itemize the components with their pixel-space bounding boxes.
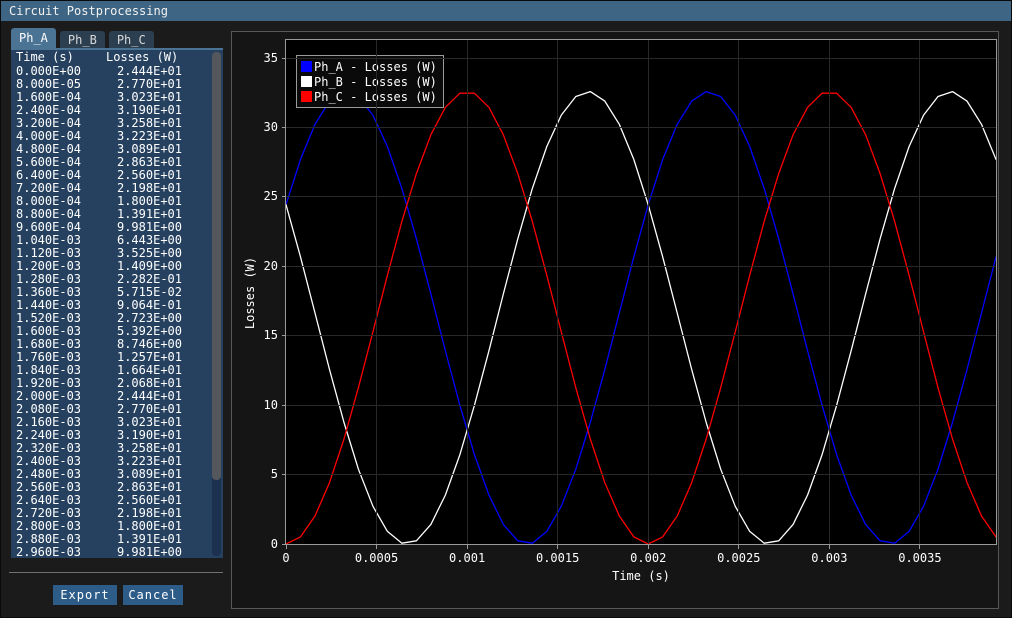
x-axis-label: Time (s) [286, 569, 996, 583]
x-tick-label: 0.002 [618, 552, 678, 565]
gridline-horizontal [286, 127, 996, 128]
cancel-button[interactable]: Cancel [123, 585, 183, 605]
gridline-horizontal [286, 405, 996, 406]
app-window: Circuit Postprocessing Ph_A Ph_B Ph_C Ti… [0, 0, 1012, 618]
y-tick-mark [282, 335, 286, 336]
gridline-horizontal [286, 335, 996, 336]
tab-ph-a[interactable]: Ph_A [11, 28, 56, 49]
tab-ph-b[interactable]: Ph_B [60, 31, 105, 49]
x-tick-label: 0.0035 [890, 552, 950, 565]
gridline-vertical [376, 40, 377, 544]
x-tick-label: 0.0005 [347, 552, 407, 565]
x-tick-mark [557, 545, 558, 549]
gridline-vertical [557, 40, 558, 544]
plot-area: Ph_A - Losses (W)Ph_B - Losses (W)Ph_C -… [286, 40, 996, 544]
legend-item: Ph_B - Losses (W) [301, 74, 437, 89]
y-tick-mark [282, 405, 286, 406]
gridline-horizontal [286, 58, 996, 59]
gridline-horizontal [286, 474, 996, 475]
legend: Ph_A - Losses (W)Ph_B - Losses (W)Ph_C -… [296, 55, 444, 108]
gridline-vertical [738, 40, 739, 544]
y-tick-label: 0 [238, 538, 278, 551]
cell-losses: 9.981E+00 [106, 546, 182, 559]
x-tick-mark [829, 545, 830, 549]
table-row: 2.960E-03 9.981E+00 [11, 546, 223, 559]
x-tick-label: 0.0025 [709, 552, 769, 565]
y-axis-label: Losses (W) [243, 173, 257, 413]
y-tick-mark [282, 266, 286, 267]
x-tick-label: 0.0015 [528, 552, 588, 565]
x-tick-mark [286, 545, 287, 549]
legend-item: Ph_A - Losses (W) [301, 59, 437, 74]
titlebar: Circuit Postprocessing [1, 1, 1012, 21]
export-button[interactable]: Export [53, 585, 117, 605]
y-tick-label: 35 [238, 52, 278, 65]
x-tick-mark [919, 545, 920, 549]
tab-ph-c[interactable]: Ph_C [109, 31, 154, 49]
table-header: Time (s) Losses (W) [11, 50, 223, 65]
gridline-vertical [829, 40, 830, 544]
y-tick-label: 15 [238, 329, 278, 342]
gridline-horizontal [286, 266, 996, 267]
separator [9, 572, 223, 573]
x-tick-mark [467, 545, 468, 549]
y-tick-label: 10 [238, 399, 278, 412]
legend-swatch-icon [301, 61, 312, 72]
legend-item: Ph_C - Losses (W) [301, 89, 437, 104]
y-tick-label: 5 [238, 468, 278, 481]
cell-time: 2.960E-03 [16, 546, 96, 559]
x-tick-mark [376, 545, 377, 549]
y-tick-label: 20 [238, 260, 278, 273]
column-header-time: Time (s) [16, 50, 96, 65]
scrollbar[interactable] [212, 52, 221, 556]
y-tick-mark [282, 474, 286, 475]
curves-svg [286, 40, 996, 544]
gridline-vertical [467, 40, 468, 544]
gridline-horizontal [286, 196, 996, 197]
legend-swatch-icon [301, 76, 312, 87]
x-tick-mark [648, 545, 649, 549]
table-body: 0.000E+002.444E+018.000E-052.770E+011.60… [11, 65, 223, 559]
y-tick-label: 25 [238, 190, 278, 203]
x-tick-mark [738, 545, 739, 549]
scrollbar-thumb[interactable] [212, 52, 221, 480]
curve-ph-a [286, 92, 996, 544]
y-tick-mark [282, 58, 286, 59]
chart-panel: Ph_A - Losses (W)Ph_B - Losses (W)Ph_C -… [231, 31, 999, 609]
legend-swatch-icon [301, 91, 312, 102]
y-tick-label: 30 [238, 121, 278, 134]
gridline-vertical [919, 40, 920, 544]
window-title: Circuit Postprocessing [9, 4, 168, 18]
y-tick-mark [282, 196, 286, 197]
x-tick-label: 0.001 [437, 552, 497, 565]
data-table: Time (s) Losses (W) 0.000E+002.444E+018.0… [11, 50, 223, 558]
column-header-losses: Losses (W) [106, 50, 182, 65]
gridline-vertical [648, 40, 649, 544]
y-tick-mark [282, 127, 286, 128]
x-tick-label: 0.003 [799, 552, 859, 565]
tab-bar: Ph_A Ph_B Ph_C [11, 27, 158, 49]
x-tick-label: 0 [256, 552, 316, 565]
